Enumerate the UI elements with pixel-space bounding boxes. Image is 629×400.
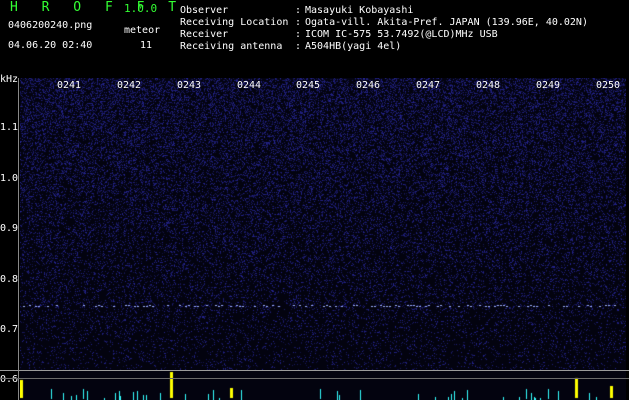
freq-tick: 0.8 — [0, 274, 19, 285]
info-key-antenna: Receiving antenna — [180, 41, 283, 52]
freq-tick: 1.0 — [0, 173, 19, 184]
time-tick: 0242 — [117, 80, 142, 91]
frequency-unit-label: kHz — [0, 74, 19, 85]
info-sep: : — [295, 17, 302, 28]
freq-tick: 0.9 — [0, 223, 19, 234]
timestamp: 04.06.20 02:40 — [8, 40, 93, 51]
time-tick: 0245 — [296, 80, 321, 91]
frequency-axis-line — [18, 78, 19, 400]
freq-tick: 1.1 — [0, 122, 19, 133]
time-tick: 0244 — [237, 80, 262, 91]
time-tick: 0246 — [356, 80, 381, 91]
info-value-antenna: A504HB(yagi 4el) — [305, 41, 402, 52]
info-key-receiver: Receiver — [180, 29, 229, 40]
info-key-location: Receiving Location — [180, 17, 289, 28]
app-version: 1.0.0 — [124, 2, 158, 15]
info-sep: : — [295, 29, 302, 40]
meteor-label: meteor — [124, 25, 161, 36]
info-value-receiver: ICOM IC-575 53.7492(@LCD)MHz USB — [305, 29, 498, 40]
baseline-divider — [0, 378, 629, 379]
info-sep: : — [295, 41, 302, 52]
time-tick: 0243 — [177, 80, 202, 91]
baseline-divider — [0, 370, 629, 371]
info-value-observer: Masayuki Kobayashi — [305, 5, 414, 16]
time-tick: 0250 — [596, 80, 621, 91]
time-tick: 0241 — [57, 80, 82, 91]
info-value-location: Ogata-vill. Akita-Pref. JAPAN (139.96E, … — [305, 17, 588, 28]
spectrogram-canvas — [20, 78, 626, 400]
time-tick: 0249 — [536, 80, 561, 91]
app-title: H R O F F T — [10, 0, 185, 15]
info-key-observer: Observer — [180, 5, 229, 16]
freq-tick: 0.7 — [0, 324, 19, 335]
freq-tick: 0.6 — [0, 374, 19, 385]
meteor-count: 11 — [140, 40, 153, 51]
file-name: 0406200240.png — [8, 20, 93, 31]
time-tick: 0248 — [476, 80, 501, 91]
info-sep: : — [295, 5, 302, 16]
time-tick: 0247 — [416, 80, 441, 91]
